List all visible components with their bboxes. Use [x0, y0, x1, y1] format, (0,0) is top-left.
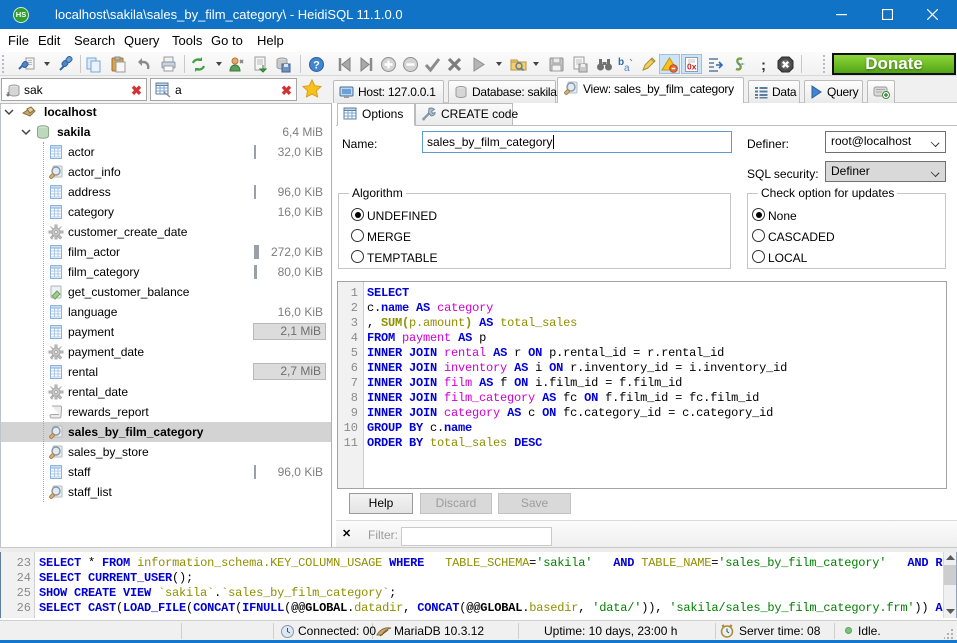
svg-text:?: ? — [313, 60, 320, 72]
svg-text:;: ; — [761, 57, 766, 73]
svg-text:0x: 0x — [687, 62, 697, 72]
svg-text:a: a — [624, 63, 630, 73]
